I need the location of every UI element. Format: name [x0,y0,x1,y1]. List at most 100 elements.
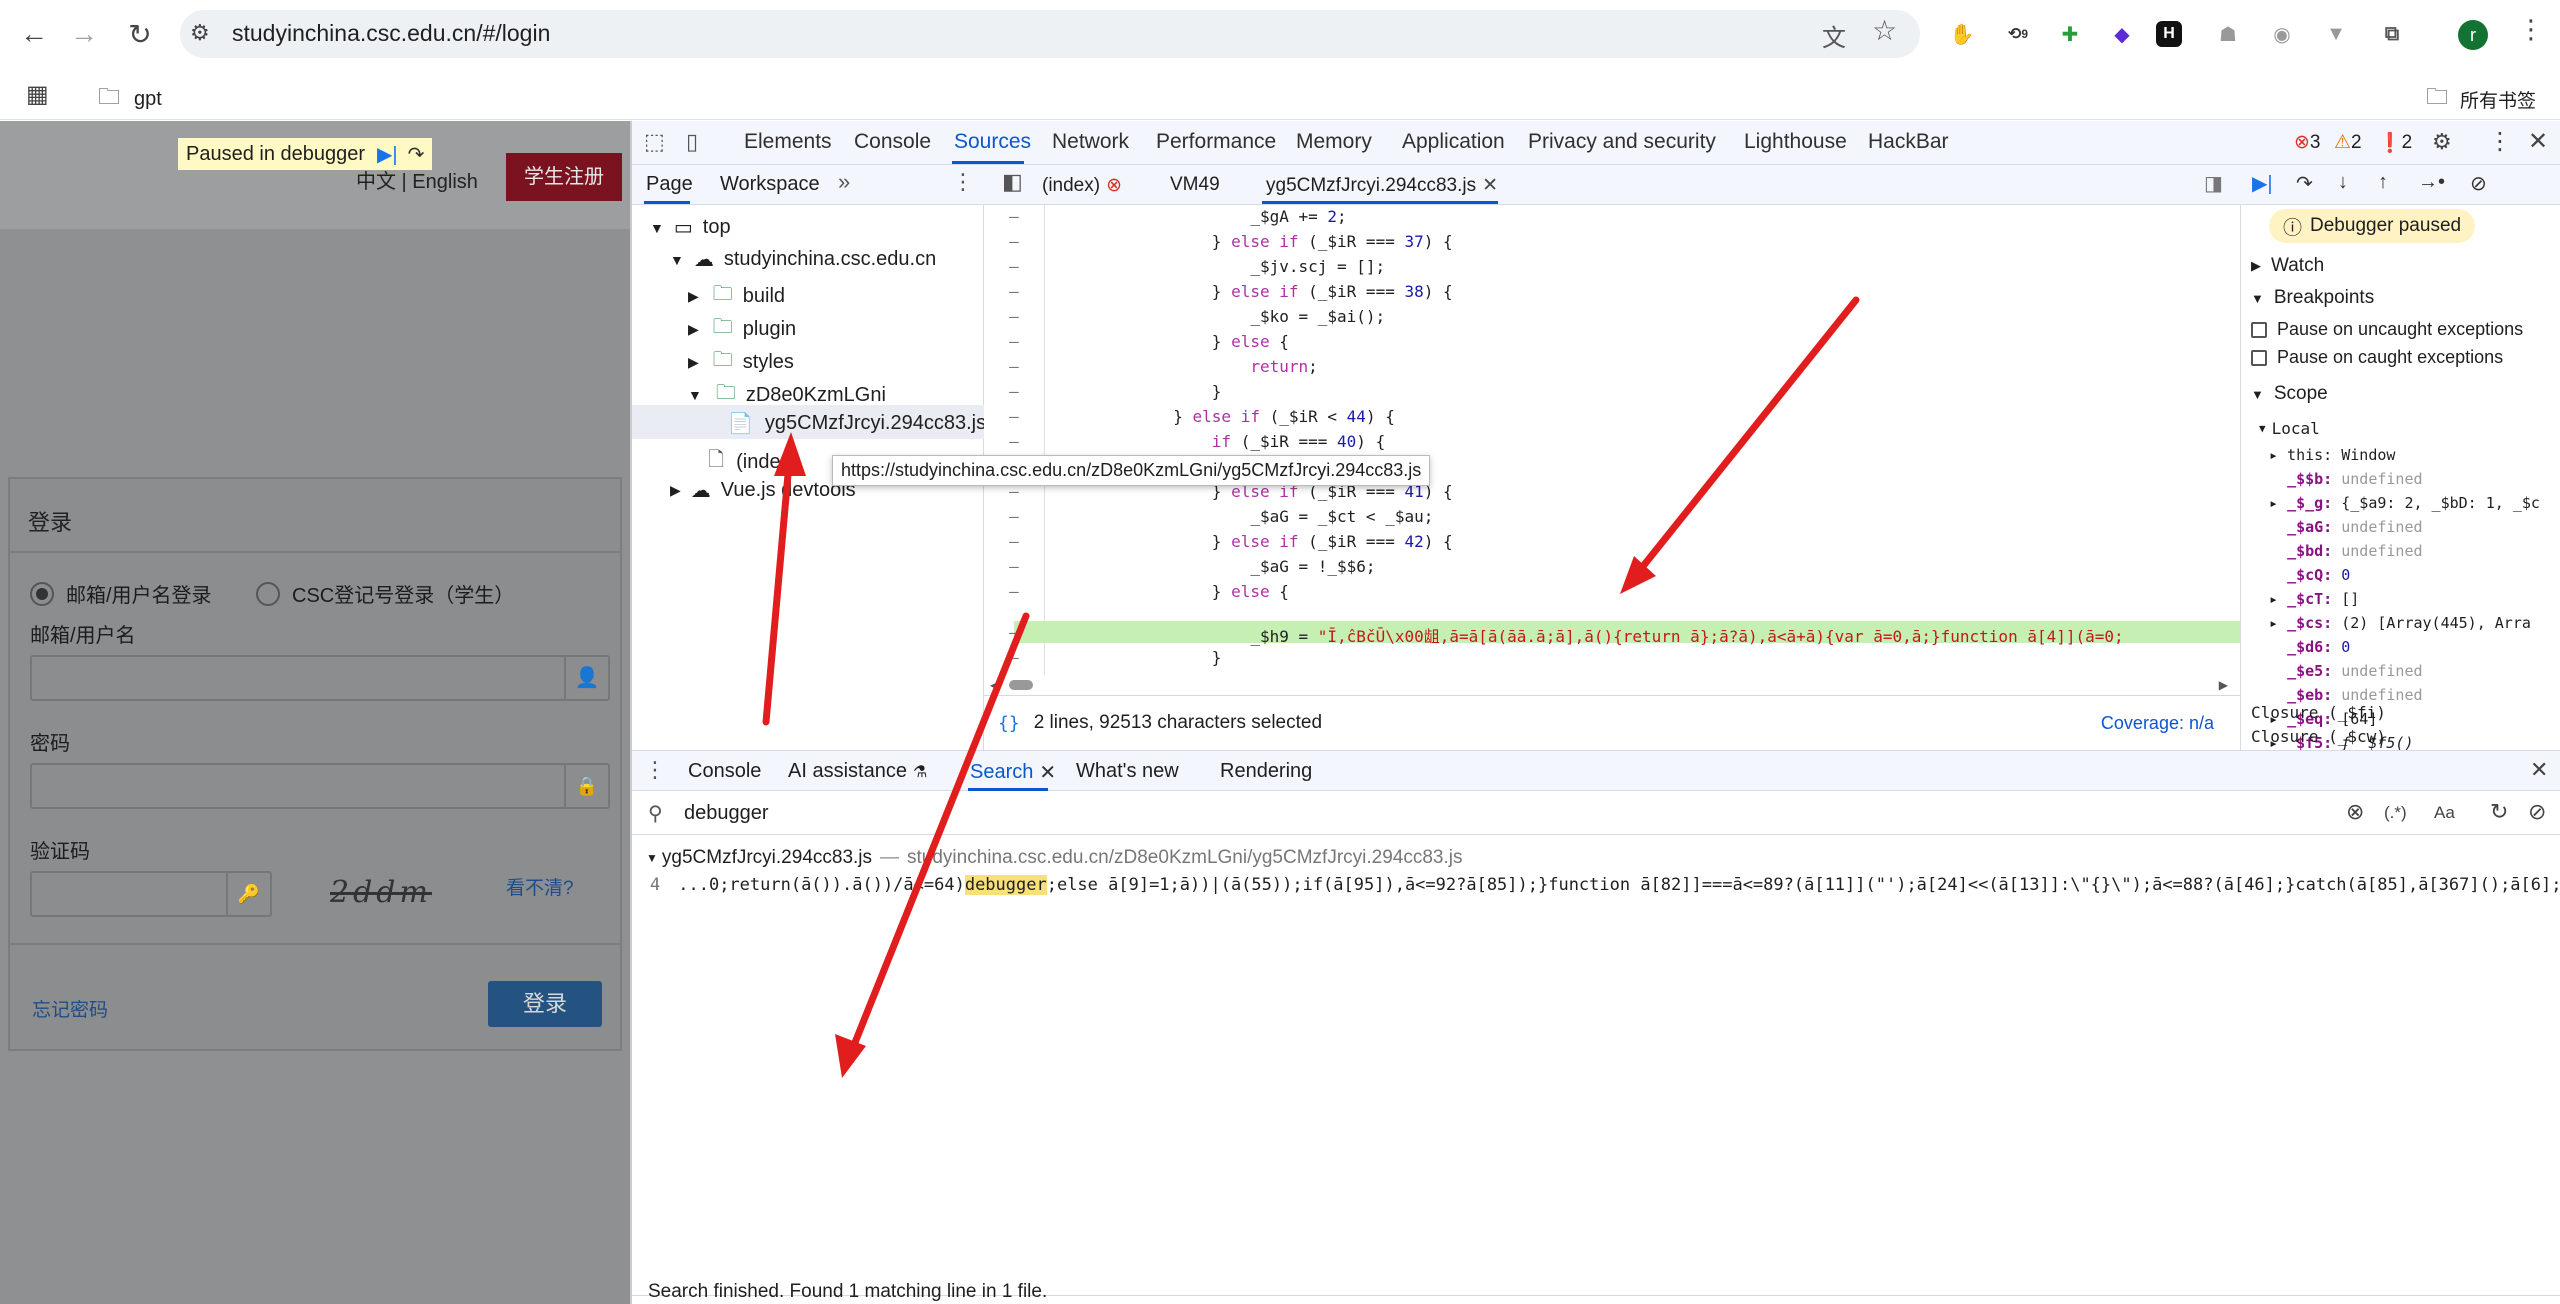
deactivate-breakpoints-icon[interactable]: ⊘ [2470,171,2487,196]
tree-file-js[interactable]: 📄yg5CMzfJrcyi.294cc83.js⟳ [728,411,1008,436]
scope-local[interactable]: ▼ Local [2259,419,2320,438]
tree-top[interactable]: ▼ ▭ top [650,215,731,240]
tab-network[interactable]: Network [1052,130,1129,154]
extension-icon[interactable]: ✋ [1944,16,1980,52]
search-result-file[interactable]: ▼ yg5CMzfJrcyi.294cc83.js — studyinchina.c… [646,847,1462,869]
close-devtools-icon[interactable]: ✕ [2528,127,2548,156]
tree-folder-plugin[interactable]: ▶ 🗀 plugin [688,312,796,346]
radio-email-login[interactable]: 邮箱/用户名登录 [30,579,212,608]
search-input[interactable]: debugger [684,802,769,825]
regex-toggle[interactable]: (.*) [2384,803,2407,823]
tree-folder-build[interactable]: ▶ 🗀 build [688,279,785,313]
section-scope[interactable]: ▼ Scope [2251,383,2328,405]
file-tab-index[interactable]: (index) ⊗ [1042,174,1122,197]
password-input[interactable]: 🔒 [30,763,610,809]
drawer-tab-ai[interactable]: AI assistance ⚗ [788,760,927,783]
tree-vue-devtools[interactable]: ▶ ☁ Vue.js devtools [670,478,856,503]
tab-sources[interactable]: Sources [954,130,1031,154]
tab-memory[interactable]: Memory [1296,130,1372,154]
warning-counter[interactable]: ⚠ 2 [2334,131,2362,154]
step-into-icon[interactable]: ↓ [2338,171,2348,194]
step-over-icon[interactable]: ↷ [408,142,425,167]
settings-gear-icon[interactable]: ⚙ [2432,129,2452,155]
resume-script-icon[interactable]: ▶| [2252,171,2273,196]
username-input[interactable]: 👤 [30,655,610,701]
horizontal-scrollbar[interactable]: ◀ ▶ [984,675,2240,695]
step-out-icon[interactable]: ↑ [2378,171,2388,194]
extensions-puzzle-icon[interactable]: ⧉ [2374,16,2410,52]
translate-icon[interactable]: 文 [1822,18,1846,53]
tree-file-index[interactable]: 🗋 (index) [708,445,797,479]
drawer-tab-search[interactable]: Search ✕ [970,760,1056,785]
extension-icon[interactable]: ✚ [2052,16,2088,52]
bookmark-folder-gpt[interactable]: 🗀 gpt [98,80,162,118]
section-watch[interactable]: ▶ Watch [2251,255,2324,277]
closure-cw[interactable]: Closure (_$cw) [2251,727,2386,746]
file-tab-active-js[interactable]: yg5CMzfJrcyi.294cc83.js ✕ [1266,174,1498,197]
profile-avatar[interactable]: r [2458,20,2488,50]
register-button[interactable]: 学生注册 [506,153,622,201]
tab-performance[interactable]: Performance [1156,130,1276,154]
code-editor[interactable]: – _$gA += 2; – } else if (_$iR === 37) {… [984,205,2240,685]
closure-fi[interactable]: Closure (_$fi) [2251,703,2386,722]
close-drawer-icon[interactable]: ✕ [2530,757,2548,783]
tab-elements[interactable]: Elements [744,130,832,154]
extension-icon[interactable]: ▼ [2318,16,2354,52]
close-icon[interactable]: ✕ [1482,174,1498,197]
url-text[interactable]: studyinchina.csc.edu.cn/#/login [232,20,550,47]
extension-icon[interactable]: ⟲ 9 [2000,16,2036,52]
captcha-image[interactable]: 2ddm [330,875,432,910]
tab-page[interactable]: Page [646,173,693,196]
refresh-captcha-link[interactable]: 看不清? [506,873,574,900]
resume-icon[interactable]: ▶| [377,142,398,167]
clear-search-icon[interactable]: ⊗ [2346,799,2364,825]
match-case-toggle[interactable]: Aa [2434,803,2455,823]
tree-folder-styles[interactable]: ▶ 🗀 styles [688,345,794,379]
nav-kebab-icon[interactable]: ⋮ [952,169,974,195]
editor-scrollbar[interactable] [2230,211,2238,661]
search-result-line[interactable]: 4 ...0;return(ā()).ā())/ā<=64) debugger ;e… [650,875,2560,895]
all-bookmarks[interactable]: 🗀 所有书签 [2426,80,2536,118]
pause-caught-checkbox[interactable]: Pause on caught exceptions [2251,347,2503,368]
more-kebab-icon[interactable]: ⋮ [2488,127,2512,156]
bookmark-star-icon[interactable]: ☆ [1872,14,1897,47]
tab-hackbar[interactable]: HackBar [1868,130,1949,154]
site-info-icon[interactable]: ⚙ [190,20,210,46]
file-tab-vm49[interactable]: VM49 [1170,174,1220,196]
pause-uncaught-checkbox[interactable]: Pause on uncaught exceptions [2251,319,2523,340]
tab-workspace[interactable]: Workspace [720,173,820,196]
tab-application[interactable]: Application [1402,130,1505,154]
device-toolbar-icon[interactable]: ▯ [686,129,698,155]
pretty-print-icon[interactable]: {} [998,713,1020,734]
forgot-password-link[interactable]: 忘记密码 [32,995,108,1022]
error-counter[interactable]: ⊗ 3 [2294,131,2321,154]
drawer-kebab-icon[interactable]: ⋮ [644,757,666,783]
extension-icon[interactable]: H [2156,21,2182,47]
refresh-search-icon[interactable]: ↻ [2490,799,2508,825]
reload-icon[interactable]: ↻ [118,12,162,56]
close-icon[interactable]: ✕ [1039,760,1056,785]
issues-counter[interactable]: ❗ 2 [2378,131,2412,155]
clear-results-icon[interactable]: ⊘ [2528,799,2546,825]
step-over-icon[interactable]: ↷ [2296,171,2313,196]
language-switch[interactable]: 中文 | English [356,165,478,194]
tab-privacy-security[interactable]: Privacy and security [1528,130,1716,154]
section-breakpoints[interactable]: ▼ Breakpoints [2251,287,2374,309]
login-button[interactable]: 登录 [488,981,602,1027]
captcha-input[interactable]: 🔑 [30,871,272,917]
toggle-navigator-icon[interactable]: ◧ [1002,169,1023,195]
drawer-tab-whats-new[interactable]: What's new [1076,760,1179,783]
toggle-debugger-icon[interactable]: ◨ [2204,171,2223,196]
forward-icon[interactable]: → [62,12,106,56]
more-tabs-chevron-icon[interactable]: » [838,169,850,195]
tree-domain[interactable]: ▼ ☁ studyinchina.csc.edu.cn [670,247,936,272]
apps-grid-icon[interactable]: ▦ [26,80,49,109]
menu-kebab-icon[interactable]: ⋮ [2518,14,2544,45]
tab-console[interactable]: Console [854,130,931,154]
step-icon[interactable]: →• [2418,171,2445,194]
tab-lighthouse[interactable]: Lighthouse [1744,130,1847,154]
radio-csc-login[interactable]: CSC登记号登录（学生） [256,579,514,608]
inspect-element-icon[interactable]: ⬚ [644,129,665,155]
drawer-tab-rendering[interactable]: Rendering [1220,760,1312,783]
extension-icon[interactable]: ◆ [2104,16,2140,52]
